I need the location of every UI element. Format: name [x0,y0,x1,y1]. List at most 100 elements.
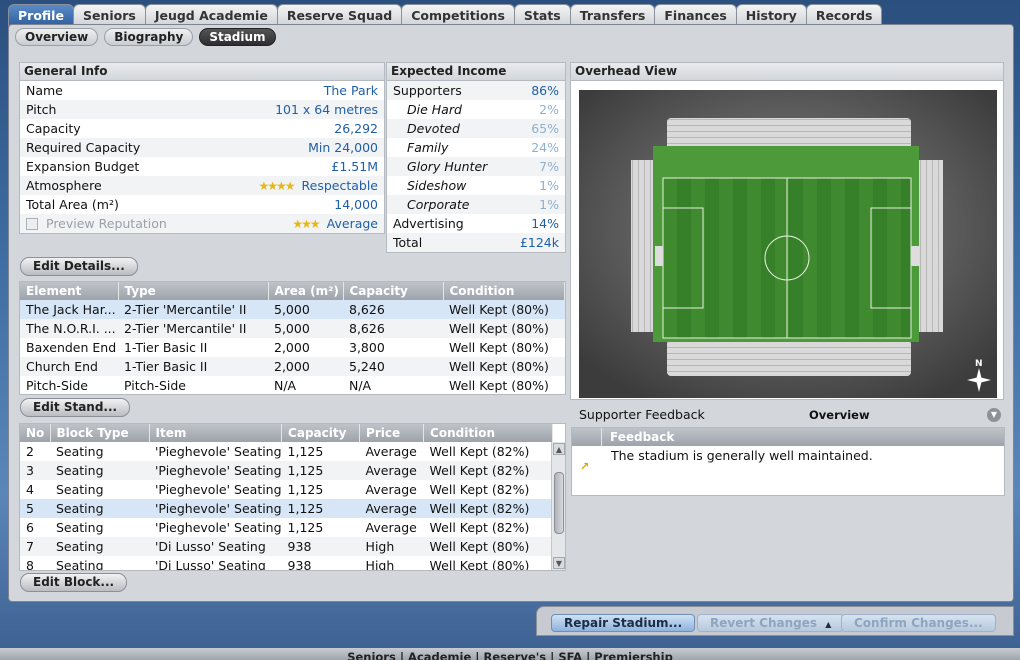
info-row-capacity: Capacity 26,292 [26,121,378,136]
subtab-stadium[interactable]: Stadium [199,28,276,46]
overhead-view-panel: Overhead View N [570,62,1004,400]
tab-records[interactable]: Records [805,4,883,26]
preview-reputation-checkbox[interactable] [26,218,38,230]
table-row[interactable]: 7 Seating 'Di Lusso' Seating 938 High Well Ke… [20,537,553,556]
income-row-devoted: Devoted 65% [387,119,565,138]
table-row[interactable]: 3 Seating 'Pieghevole' Seating 1,125 Average… [20,461,553,480]
col-item[interactable]: Item [149,424,283,442]
col-element[interactable]: Element [20,282,119,300]
income-row-total: Total £124k [387,233,565,252]
bottom-nav-bar: Seniors | Academie | Reserve's | SFA | P… [0,648,1020,660]
feedback-view-dropdown[interactable]: Overview [809,405,870,425]
confirm-changes-button[interactable]: Confirm Changes... [841,614,996,632]
revert-dropdown-icon: ▲ [825,620,832,629]
income-row-advertising: Advertising 14% [393,216,559,231]
top-tab-bar: Profile Seniors Jeugd Academie Reserve S… [8,4,883,26]
subtab-biography[interactable]: Biography [104,28,194,46]
table-row[interactable]: 6 Seating 'Pieghevole' Seating 1,125 Average… [20,518,553,537]
general-info-title: General Info [20,63,384,81]
scroll-down-icon[interactable]: ▼ [553,557,565,569]
feedback-message: The stadium is generally well maintained… [611,448,873,463]
tab-finances[interactable]: Finances [654,4,737,26]
general-info-panel: General Info Name The Park Pitch 101 x 64 … [19,62,385,234]
main-frame: Overview Biography Stadium General Info … [8,24,1014,602]
revert-changes-button[interactable]: Revert Changes ▲ [697,614,845,632]
edit-block-button[interactable]: Edit Block... [20,573,128,592]
repair-stadium-button[interactable]: Repair Stadium... [551,614,696,632]
goal-left [655,246,663,266]
col-block-type[interactable]: Block Type [50,424,150,442]
tab-history[interactable]: History [735,4,807,26]
table-row[interactable]: Pitch-Side Pitch-Side N/A N/A Well Kept (80%… [20,376,565,395]
table-row[interactable]: The N.O.R.I. ... 2-Tier 'Mercantile' II 5,… [20,319,565,338]
table-row[interactable]: 5 Seating 'Pieghevole' Seating 1,125 Average… [20,499,553,518]
bottom-link-academie[interactable]: Academie [408,650,471,660]
income-row-sideshow: Sideshow 1% [407,178,559,193]
feedback-column-header: Feedback [602,428,1004,446]
reputation-stars-icon: ★★★ [292,217,320,231]
col-block-condition[interactable]: Condition [423,424,553,442]
atmosphere-stars-icon: ★★★★ [258,179,295,193]
bottom-link-sfa[interactable]: SFA [558,650,582,660]
income-row-corporate: Corporate 1% [387,195,565,214]
table-row[interactable]: Baxenden End 1-Tier Basic II 2,000 3,800 Wel… [20,338,565,357]
col-condition[interactable]: Condition [443,282,565,300]
table-row[interactable]: 2 Seating 'Pieghevole' Seating 1,125 Average… [20,442,553,461]
table-row[interactable]: 8 Seating 'Di Lusso' Seating 938 High Well Ke… [20,556,553,570]
feedback-panel: Feedback ↗ The stadium is generally well… [571,427,1005,496]
col-block-capacity[interactable]: Capacity [281,424,361,442]
col-price[interactable]: Price [359,424,425,442]
supporter-feedback-title: Supporter Feedback [579,407,705,422]
table-row[interactable]: The Jack Har... 2-Tier 'Mercantile' II 5,0… [20,300,565,319]
stand-south [667,340,911,376]
bottom-link-premiership[interactable]: Premiership [594,650,673,660]
feedback-header-row: Feedback [572,428,1004,446]
stands-table: Element Type Area (m²) Capacity Conditio… [20,282,565,395]
tab-profile[interactable]: Profile [8,4,74,26]
blocks-scrollbar[interactable]: ▲ ▼ [551,442,565,570]
goal-right [911,246,919,266]
scroll-thumb[interactable] [554,472,564,534]
general-info-list: Name The Park Pitch 101 x 64 metres Capaci… [20,81,384,233]
feedback-arrow-icon: ↗ [580,460,590,473]
info-row-atmosphere: Atmosphere ★★★★ Respectable [20,176,384,195]
col-no[interactable]: No [20,424,51,442]
col-type[interactable]: Type [118,282,269,300]
blocks-header-row: No Block Type Item Capacity Price Condit… [20,424,553,442]
col-capacity[interactable]: Capacity [343,282,444,300]
dropdown-chevron-icon[interactable]: ▼ [987,408,1001,422]
stands-header-row: Element Type Area (m²) Capacity Conditio… [20,282,565,300]
bottom-link-seniors[interactable]: Seniors [347,650,396,660]
table-row[interactable]: 4 Seating 'Pieghevole' Seating 1,125 Average… [20,480,553,499]
income-row-die-hard: Die Hard 2% [407,102,559,117]
info-row-name: Name The Park [26,83,378,98]
income-row-glory-hunter: Glory Hunter 7% [387,157,565,176]
stadium-overhead-map: N [579,90,997,398]
col-area[interactable]: Area (m²) [268,282,344,300]
income-row-family: Family 24% [407,140,559,155]
tab-seniors[interactable]: Seniors [72,4,146,26]
feedback-item: ↗ The stadium is generally well maintain… [572,446,1004,494]
edit-stand-button[interactable]: Edit Stand... [20,398,131,417]
overhead-view-title: Overhead View [571,63,1003,81]
scroll-up-icon[interactable]: ▲ [553,443,565,455]
info-row-required-capacity: Required Capacity Min 24,000 [20,138,384,157]
subtab-bar: Overview Biography Stadium [15,28,276,46]
expected-income-panel: Expected Income Supporters 86% Die Hard 2%… [386,62,566,253]
expected-income-title: Expected Income [387,63,565,81]
tab-competitions[interactable]: Competitions [401,4,515,26]
table-row[interactable]: Church End 1-Tier Basic II 2,000 5,240 Well … [20,357,565,376]
blocks-table-panel: No Block Type Item Capacity Price Condit… [19,423,566,571]
tab-jeugd-academie[interactable]: Jeugd Academie [144,4,278,26]
tab-stats[interactable]: Stats [513,4,571,26]
subtab-overview[interactable]: Overview [15,28,99,46]
edit-details-button[interactable]: Edit Details... [20,257,138,276]
stand-east [917,160,943,332]
blocks-table: No Block Type Item Capacity Price Condit… [20,424,553,570]
action-bar: Repair Stadium... Revert Changes ▲ Confi… [536,606,1014,636]
tab-reserve-squad[interactable]: Reserve Squad [276,4,403,26]
bottom-link-reserves[interactable]: Reserve's [484,650,547,660]
income-row-supporters: Supporters 86% [387,81,565,100]
info-row-preview-reputation: Preview Reputation ★★★ Average [20,214,384,233]
tab-transfers[interactable]: Transfers [569,4,656,26]
